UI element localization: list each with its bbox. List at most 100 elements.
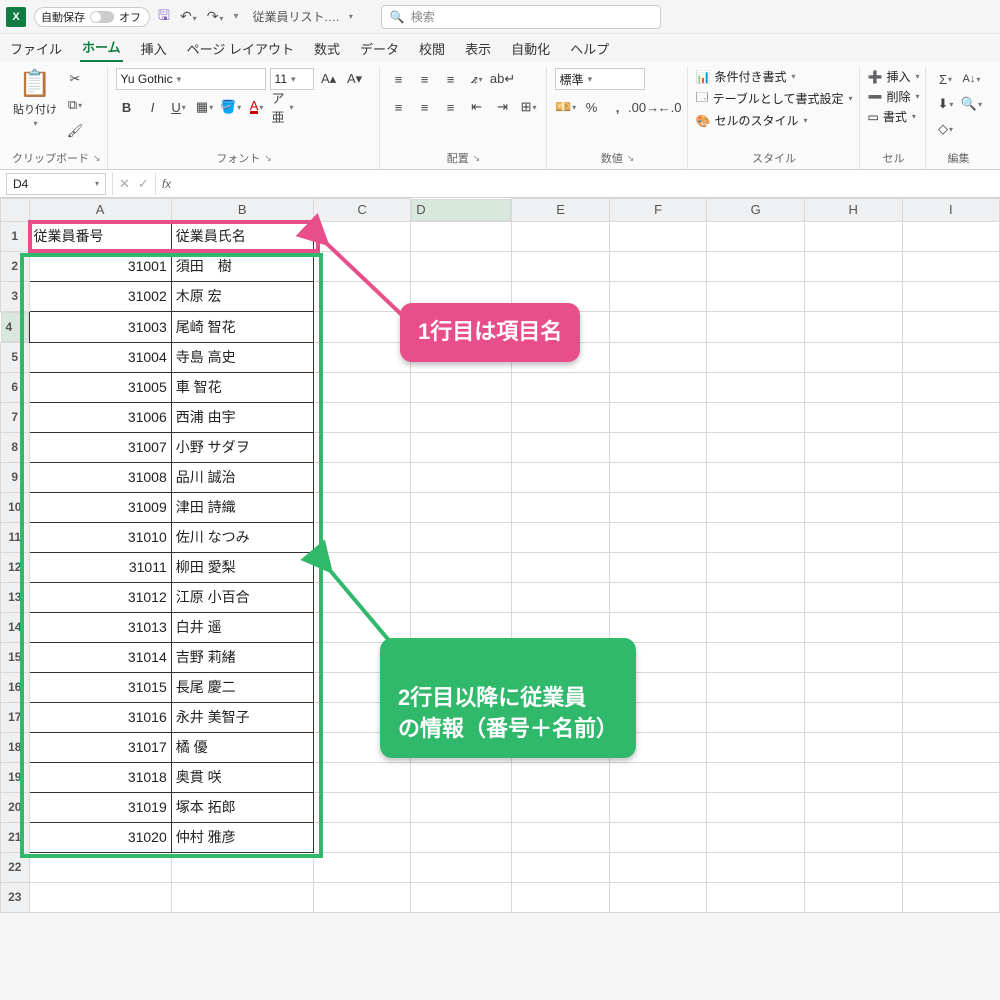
row-header-9[interactable]: 9 [1, 462, 30, 492]
cell[interactable]: 31017 [29, 732, 171, 762]
format-as-table-button[interactable]: 🗔テーブルとして書式設定▾ [696, 88, 853, 109]
cell[interactable] [804, 582, 902, 612]
filename-dropdown-icon[interactable]: ▾ [349, 12, 353, 21]
row-header-11[interactable]: 11 [1, 522, 30, 552]
cell[interactable] [804, 311, 902, 342]
accounting-icon[interactable]: 💴▾ [555, 96, 577, 118]
cell[interactable] [804, 281, 902, 311]
increase-indent-icon[interactable]: ⇥ [492, 96, 514, 118]
cell[interactable]: 31002 [29, 281, 171, 311]
formula-input[interactable] [177, 173, 1000, 195]
merge-icon[interactable]: ⊞▾ [518, 96, 540, 118]
cell[interactable] [707, 612, 805, 642]
cell[interactable]: 31005 [29, 372, 171, 402]
cell[interactable] [411, 762, 512, 792]
cell[interactable]: 白井 遥 [171, 612, 313, 642]
cell-styles-button[interactable]: 🎨セルのスタイル▾ [696, 112, 808, 129]
tab-page-layout[interactable]: ページ レイアウト [185, 35, 296, 62]
cell[interactable]: 須田 樹 [171, 251, 313, 281]
cell[interactable] [609, 342, 707, 372]
launcher-icon[interactable]: ↘ [473, 153, 481, 164]
cell[interactable] [411, 462, 512, 492]
cell[interactable] [609, 311, 707, 342]
cell[interactable] [707, 732, 805, 762]
cell[interactable] [29, 882, 171, 912]
cell[interactable]: 尾崎 智花 [171, 311, 313, 342]
cell[interactable]: 従業員番号 [29, 221, 171, 251]
cell[interactable]: 31011 [29, 552, 171, 582]
cell[interactable] [902, 582, 999, 612]
search-box[interactable]: 🔍 検索 [381, 5, 661, 29]
cell[interactable] [707, 852, 805, 882]
column-header-E[interactable]: E [512, 199, 610, 222]
delete-cells-button[interactable]: ➖削除▾ [868, 88, 920, 105]
cell[interactable] [707, 552, 805, 582]
cell[interactable] [171, 852, 313, 882]
row-header-6[interactable]: 6 [1, 372, 30, 402]
cell[interactable] [411, 432, 512, 462]
cell[interactable] [512, 462, 610, 492]
cell[interactable]: 江原 小百合 [171, 582, 313, 612]
cell[interactable] [902, 492, 999, 522]
cell[interactable] [313, 852, 411, 882]
cell[interactable] [707, 822, 805, 852]
cell[interactable] [902, 672, 999, 702]
cell[interactable] [512, 492, 610, 522]
column-header-C[interactable]: C [313, 199, 411, 222]
cell[interactable] [804, 882, 902, 912]
cell[interactable] [411, 882, 512, 912]
cell[interactable] [609, 582, 707, 612]
cell[interactable] [902, 642, 999, 672]
launcher-icon[interactable]: ↘ [264, 153, 272, 164]
row-header-5[interactable]: 5 [1, 342, 30, 372]
cell[interactable] [707, 221, 805, 251]
cell[interactable] [411, 852, 512, 882]
row-header-19[interactable]: 19 [1, 762, 30, 792]
row-header-14[interactable]: 14 [1, 612, 30, 642]
cut-icon[interactable]: ✂ [64, 68, 86, 90]
cell[interactable] [804, 642, 902, 672]
underline-icon[interactable]: U▾ [168, 96, 190, 118]
tab-file[interactable]: ファイル [8, 35, 64, 62]
cell[interactable] [804, 432, 902, 462]
cell[interactable] [707, 492, 805, 522]
cell[interactable] [804, 732, 902, 762]
percent-icon[interactable]: % [581, 96, 603, 118]
cell[interactable] [804, 792, 902, 822]
cell[interactable] [313, 372, 411, 402]
format-painter-icon[interactable]: 🖌 [64, 120, 86, 142]
cell[interactable] [707, 342, 805, 372]
cell[interactable] [512, 882, 610, 912]
cell[interactable]: 31007 [29, 432, 171, 462]
fill-color-icon[interactable]: 🪣▾ [220, 96, 242, 118]
cell[interactable] [313, 342, 411, 372]
copy-icon[interactable]: ⧉▾ [64, 94, 86, 116]
row-header-18[interactable]: 18 [1, 732, 30, 762]
cell[interactable] [804, 612, 902, 642]
enter-icon[interactable]: ✓ [138, 176, 149, 192]
cell[interactable]: 31010 [29, 522, 171, 552]
cell[interactable] [902, 612, 999, 642]
cell[interactable]: 西浦 由宇 [171, 402, 313, 432]
cell[interactable]: 塚本 拓郎 [171, 792, 313, 822]
save-icon[interactable]: 🖫 [158, 5, 170, 29]
cell[interactable] [902, 852, 999, 882]
cell[interactable]: 佐川 なつみ [171, 522, 313, 552]
cell[interactable]: 橘 優 [171, 732, 313, 762]
number-format-select[interactable]: 標準▾ [555, 68, 645, 90]
cell[interactable] [902, 311, 999, 342]
cell[interactable] [707, 251, 805, 281]
cell[interactable] [609, 402, 707, 432]
cell[interactable] [902, 732, 999, 762]
cell[interactable] [512, 822, 610, 852]
row-header-15[interactable]: 15 [1, 642, 30, 672]
cell[interactable] [609, 251, 707, 281]
tab-automate[interactable]: 自動化 [509, 35, 552, 62]
cell[interactable] [609, 221, 707, 251]
align-right-icon[interactable]: ≡ [440, 96, 462, 118]
increase-decimal-icon[interactable]: .00→ [633, 96, 655, 118]
cell[interactable]: 31006 [29, 402, 171, 432]
cell[interactable]: 小野 サダヲ [171, 432, 313, 462]
cell[interactable] [804, 251, 902, 281]
cell[interactable]: 31019 [29, 792, 171, 822]
